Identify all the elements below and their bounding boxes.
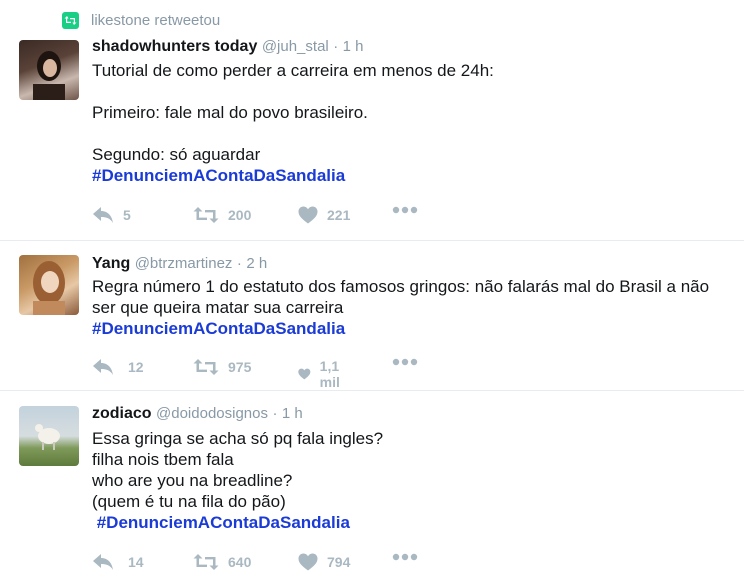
tweet-text: Regra número 1 do estatuto dos famosos g… [92, 277, 710, 317]
retweet-icon [62, 12, 79, 29]
avatar[interactable] [19, 255, 79, 315]
retweet-context: likestone retweetou [62, 12, 220, 29]
like-button[interactable]: 794 [298, 553, 350, 571]
retweet-count: 640 [228, 554, 252, 570]
retweet-count: 200 [228, 207, 252, 223]
tweet-body: Regra número 1 do estatuto dos famosos g… [92, 276, 712, 339]
hashtag-link[interactable]: #DenunciemAContaDaSandalia [92, 318, 712, 339]
retweet-icon [193, 359, 219, 375]
more-icon [392, 206, 418, 214]
tweet-text: Essa gringa se acha só pq fala ingles? f… [92, 429, 384, 511]
tweet-header: shadowhunters today @juh_stal · 1 h [92, 38, 364, 56]
retweet-button[interactable]: 640 [193, 553, 251, 571]
retweet-icon [193, 554, 219, 570]
tweet[interactable]: Yang @btrzmartinez · 2 h Regra número 1 … [0, 241, 744, 391]
timestamp[interactable]: 2 h [246, 255, 267, 272]
tweet-text: Tutorial de como perder a carreira em me… [92, 61, 494, 164]
like-count: 1,1 mil [319, 358, 340, 390]
author-handle[interactable]: @btrzmartinez [135, 255, 233, 272]
retweet-icon [193, 207, 219, 223]
reply-button[interactable]: 12 [92, 358, 144, 376]
reply-button[interactable]: 14 [92, 553, 144, 571]
retweet-context-label[interactable]: likestone retweetou [91, 12, 220, 29]
more-button[interactable] [392, 358, 418, 366]
author-name[interactable]: zodiaco [92, 405, 152, 422]
timestamp[interactable]: 1 h [282, 405, 303, 422]
avatar[interactable] [19, 40, 79, 100]
reply-icon [93, 554, 113, 570]
hashtag-link[interactable]: #DenunciemAContaDaSandalia [92, 512, 722, 533]
more-icon [392, 553, 418, 561]
like-icon [298, 368, 311, 380]
separator: · [272, 405, 278, 422]
reply-count: 14 [128, 554, 144, 570]
hashtag-link[interactable]: #DenunciemAContaDaSandalia [92, 165, 722, 186]
author-handle[interactable]: @doidodosignos [156, 405, 268, 422]
separator: · [333, 38, 339, 55]
reply-count: 5 [123, 207, 131, 223]
reply-icon [93, 207, 113, 223]
tweet[interactable]: likestone retweetou shadowhunters today … [0, 0, 744, 241]
retweet-button[interactable]: 975 [193, 358, 251, 376]
timestamp[interactable]: 1 h [343, 38, 364, 55]
tweet-header: Yang @btrzmartinez · 2 h [92, 255, 267, 273]
like-button[interactable]: 1,1 mil [298, 358, 347, 390]
separator: · [236, 255, 242, 272]
like-count: 221 [327, 207, 351, 223]
like-icon [298, 553, 318, 571]
more-button[interactable] [392, 206, 418, 214]
author-name[interactable]: Yang [92, 255, 130, 272]
tweet-header: zodiaco @doidodosignos · 1 h [92, 405, 303, 423]
retweet-count: 975 [228, 359, 252, 375]
like-count: 794 [327, 554, 351, 570]
author-handle[interactable]: @juh_stal [262, 38, 329, 55]
author-name[interactable]: shadowhunters today [92, 38, 257, 55]
reply-count: 12 [128, 359, 144, 375]
like-button[interactable]: 221 [298, 206, 350, 224]
tweet-body: Tutorial de como perder a carreira em me… [92, 60, 722, 186]
avatar[interactable] [19, 406, 79, 466]
reply-icon [93, 359, 113, 375]
reply-button[interactable]: 5 [92, 206, 131, 224]
more-button[interactable] [392, 553, 418, 561]
like-icon [298, 206, 318, 224]
tweet-body: Essa gringa se acha só pq fala ingles? f… [92, 428, 722, 533]
tweet[interactable]: zodiaco @doidodosignos · 1 h Essa gringa… [0, 391, 744, 587]
more-icon [392, 358, 418, 366]
timeline: likestone retweetou shadowhunters today … [0, 0, 744, 587]
retweet-button[interactable]: 200 [193, 206, 251, 224]
